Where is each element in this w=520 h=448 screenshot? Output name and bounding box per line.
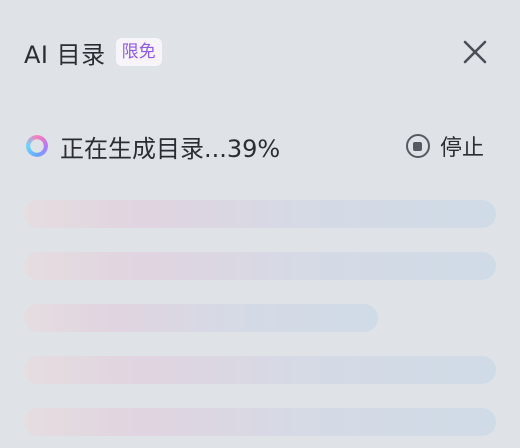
skeleton-line [24, 356, 496, 384]
free-badge: 限免 [115, 38, 162, 66]
generation-status: 正在生成目录...39% 停止 [26, 128, 484, 164]
stop-label: 停止 [439, 136, 484, 161]
close-button[interactable] [460, 37, 490, 67]
loading-spinner-icon [26, 135, 48, 157]
panel-title: AI 目录 [24, 40, 106, 69]
skeleton-line [24, 252, 496, 280]
skeleton-line [24, 304, 378, 332]
skeleton-line [24, 408, 496, 436]
stop-button[interactable]: 停止 [405, 130, 484, 162]
close-icon [463, 40, 487, 64]
ai-toc-panel: AI 目录 限免 正在生成目录...39% 停止 [0, 0, 520, 448]
stop-circle-icon [405, 134, 430, 158]
panel-header: AI 目录 限免 [24, 32, 162, 72]
generation-status-text: 正在生成目录...39% [60, 134, 281, 163]
skeleton-line [24, 200, 496, 228]
